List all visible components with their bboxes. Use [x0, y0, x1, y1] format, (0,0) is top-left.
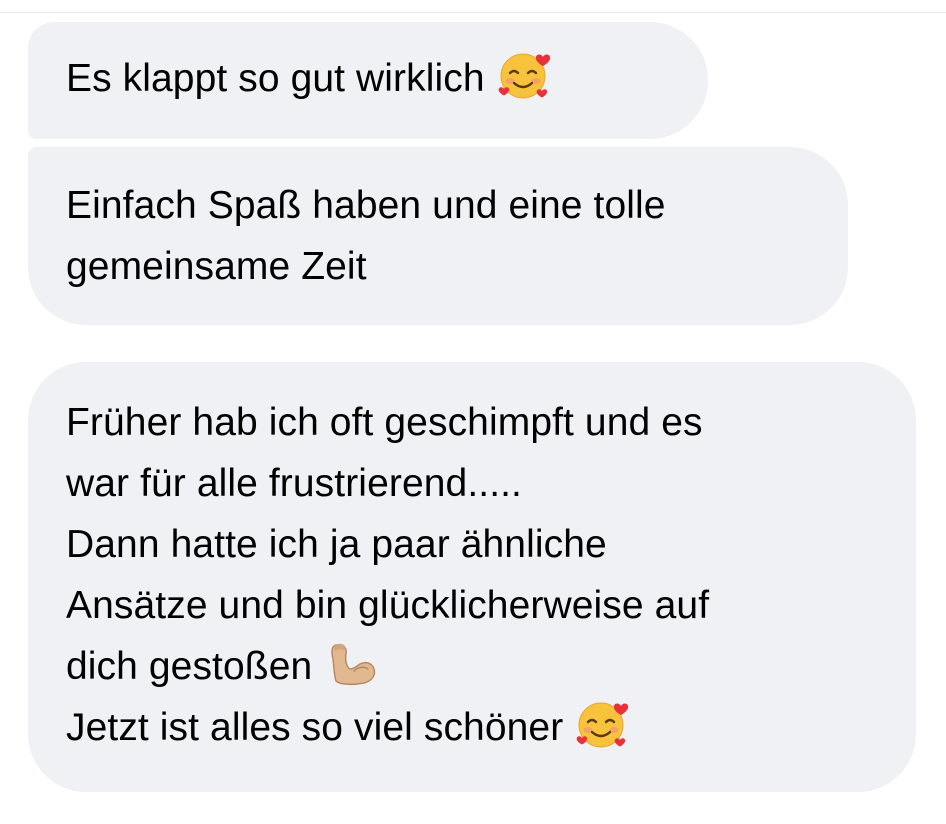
message-line: war für alle frustrierend..... — [66, 462, 522, 505]
message-line: dich gestoßen — [66, 636, 916, 697]
message-line: Es klappt so gut wirklich — [66, 48, 708, 109]
smiling-face-with-hearts-icon — [497, 49, 553, 101]
message-line: Früher hab ich oft geschimpft und es — [66, 401, 703, 444]
message-bubble[interactable]: Einfach Spaß haben und eine tolle gemein… — [28, 147, 848, 325]
message-line: gemeinsame Zeit — [66, 245, 367, 288]
message-line: Einfach Spaß haben und eine tolle — [66, 184, 666, 227]
message-bubble[interactable]: Früher hab ich oft geschimpft und es war… — [28, 362, 916, 792]
smiling-face-with-hearts-icon — [575, 698, 631, 750]
message-line: Dann hatte ich ja paar ähnliche — [66, 523, 607, 566]
message-line: Jetzt ist alles so viel schöner — [66, 697, 916, 758]
message-bubble[interactable]: Es klappt so gut wirklich — [28, 22, 708, 139]
message-line: Ansätze und bin glücklicherweise auf — [66, 584, 710, 627]
top-divider — [0, 12, 946, 13]
flexed-biceps-icon — [324, 637, 380, 689]
